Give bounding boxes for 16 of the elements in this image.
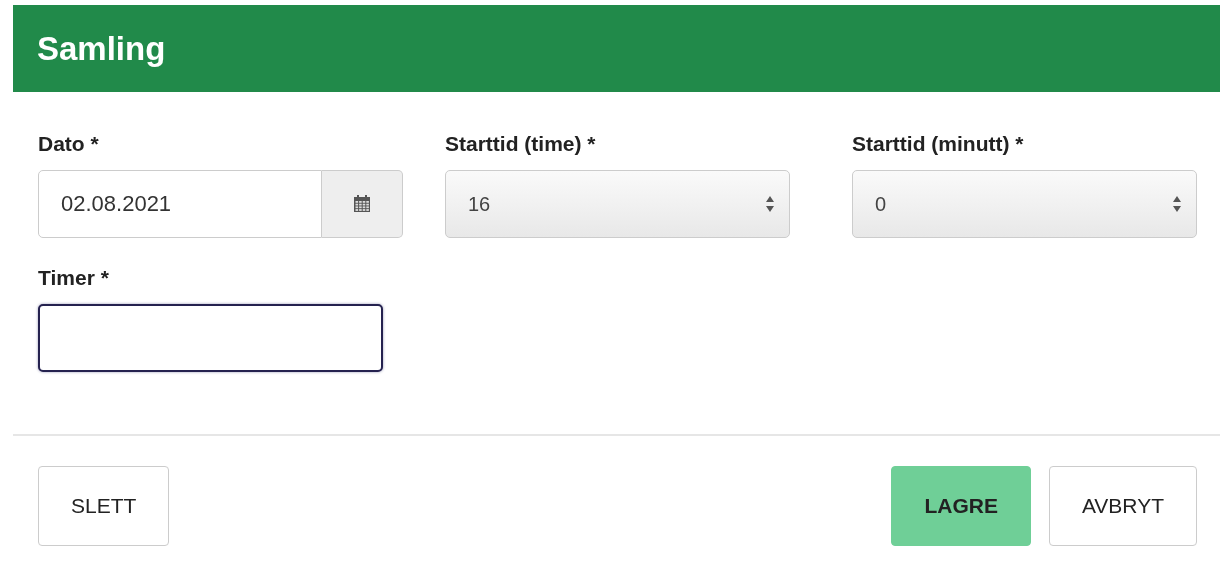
sort-arrows-icon [765,195,775,213]
field-label: Starttid (minutt) * [852,131,1025,157]
calendar-icon [353,195,371,213]
text-field[interactable] [38,304,383,372]
dialog-title: Samling [37,29,166,68]
calendar-button[interactable] [322,170,403,238]
field-label: Dato * [38,131,100,157]
select-field[interactable]: 16 [445,170,790,238]
date-field[interactable]: 02.08.2021 [38,170,322,238]
delete-button[interactable]: SLETT [38,466,170,546]
select-field[interactable]: 0 [852,170,1197,238]
field-label: Timer * [38,265,110,291]
cancel-button[interactable]: AVBRYT [1048,466,1197,546]
sort-arrows-icon [1172,195,1182,213]
save-button[interactable]: LAGRE [891,466,1031,546]
field-label: Starttid (time) * [445,131,597,157]
